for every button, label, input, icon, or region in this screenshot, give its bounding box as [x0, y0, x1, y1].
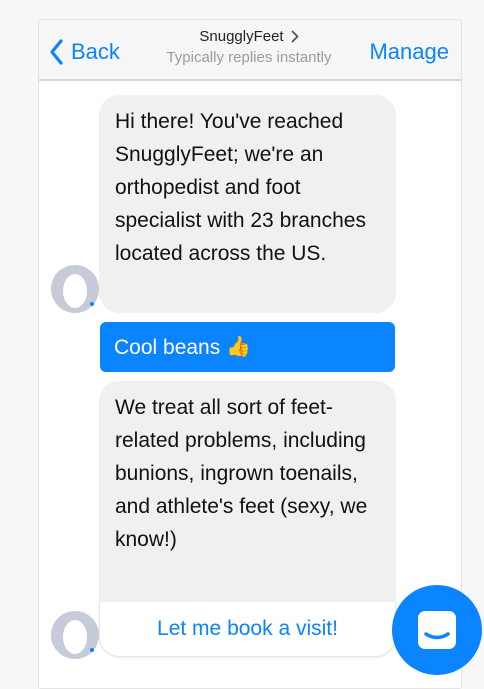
back-label: Back	[71, 39, 120, 64]
message-bubble-bot: We treat all sort of feet-related proble…	[99, 381, 396, 621]
contact-title[interactable]: SnugglyFeet Typically replies instantly	[139, 28, 359, 66]
contact-name: SnugglyFeet	[199, 28, 284, 45]
manage-button[interactable]: Manage	[369, 39, 449, 65]
message-text: We treat all sort of feet-related proble…	[115, 396, 368, 551]
back-button[interactable]: Back	[49, 37, 120, 67]
chevron-left-icon	[50, 39, 63, 65]
online-dot	[90, 648, 94, 652]
message-bubble-bot: Hi there! You've reached SnugglyFeet; we…	[99, 95, 396, 313]
contact-status: Typically replies instantly	[166, 49, 332, 66]
message-bubble-user: Cool beans 👍	[100, 322, 395, 372]
chat-launcher-icon	[418, 611, 456, 649]
thumbs-up-icon: 👍	[226, 335, 252, 358]
quick-reply-label: Let me book a visit!	[157, 617, 338, 640]
message-text: Cool beans	[114, 335, 221, 359]
chat-header: Back SnugglyFeet Typically replies insta…	[39, 20, 461, 81]
message-text: Hi there! You've reached SnugglyFeet; we…	[115, 110, 366, 265]
chat-launcher-button[interactable]	[392, 585, 482, 675]
quick-reply-button[interactable]: Let me book a visit!	[99, 602, 396, 657]
chevron-right-icon	[291, 30, 299, 43]
online-dot	[90, 302, 94, 306]
